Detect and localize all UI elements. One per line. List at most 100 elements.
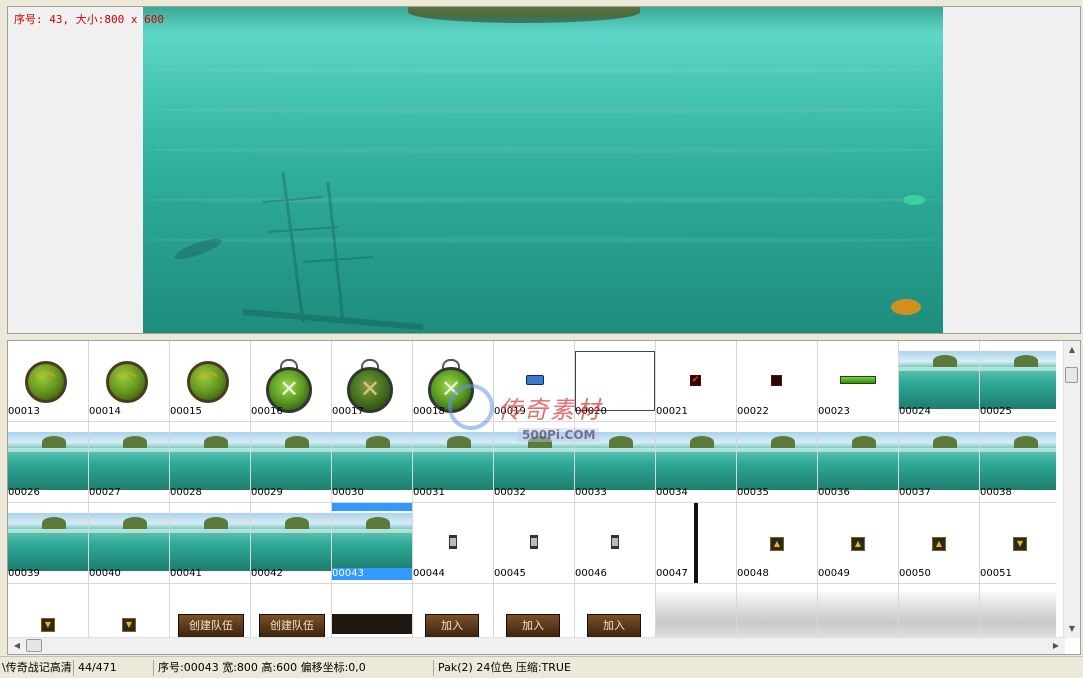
preview-image [143, 7, 943, 333]
cloud-thumbnail [980, 592, 1056, 638]
sea-scene-thumbnail [251, 432, 331, 490]
thumbnail-label: 00021 [656, 406, 688, 417]
thumbnail-cell[interactable]: 00028 [170, 422, 251, 503]
green-bar-icon [840, 376, 876, 384]
thumbnail-cell[interactable]: 00036 [818, 422, 899, 503]
scroll-handle-icon [449, 535, 457, 549]
thumbnail-cell[interactable]: 创建队伍 [251, 584, 332, 638]
water-ripple [143, 107, 943, 113]
outline-frame-image [575, 351, 655, 411]
thumbnail-cell[interactable]: 00038 [980, 422, 1056, 503]
scroll-down-icon[interactable]: ▼ [1064, 622, 1080, 636]
thumbnail-label: 00049 [818, 568, 850, 579]
thumbnail-cell[interactable]: 00040 [89, 503, 170, 584]
thumbnail-cell[interactable]: 加入 [494, 584, 575, 638]
thumbnail-cell[interactable]: 00045 [494, 503, 575, 584]
vertical-scroll-thumb[interactable] [1065, 367, 1078, 383]
sea-scene-thumbnail [8, 513, 88, 571]
fish-shape [891, 299, 921, 315]
thumbnail-cell[interactable] [818, 584, 899, 638]
thumbnail-label: 00016 [251, 406, 283, 417]
thumbnail-cell[interactable]: 00041 [170, 503, 251, 584]
thumbnail-label: 00035 [737, 487, 769, 498]
thumbnail-cell[interactable]: 00042 [251, 503, 332, 584]
thumbnail-cell[interactable]: ▲ 00049 [818, 503, 899, 584]
thumbnail-cell[interactable]: 00033 [575, 422, 656, 503]
thumbnail-cell[interactable]: 00023 [818, 341, 899, 422]
thumbnail-cell[interactable]: 00025 [980, 341, 1056, 422]
thumbnail-cell[interactable]: 加入 [413, 584, 494, 638]
thumbnail-label: 00013 [8, 406, 40, 417]
thumbnail-cell[interactable]: ✕ 00016 [251, 341, 332, 422]
thumbnail-label: 00028 [170, 487, 202, 498]
thumbnail-grid-panel: ⌒ 00013 ⌒ 00014 ⌒ 00015 ✕ 00016 ✕ 00017 ✕ 00018 0001… [7, 340, 1081, 655]
thumbnail-cell[interactable]: ▼ [89, 584, 170, 638]
button-image: 创建队伍 [178, 614, 244, 638]
thumbnail-label: 00050 [899, 568, 931, 579]
thumbnail-label: 00030 [332, 487, 364, 498]
thumbnail-label: 00014 [89, 406, 121, 417]
thumbnail-cell[interactable]: ▲ 00050 [899, 503, 980, 584]
thumbnail-cell[interactable]: 00046 [575, 503, 656, 584]
cloud-thumbnail [737, 592, 817, 638]
thumbnail-cell[interactable]: 00022 [737, 341, 818, 422]
thumbnail-cell[interactable]: 00024 [899, 341, 980, 422]
thumbnail-cell[interactable]: 00037 [899, 422, 980, 503]
thumbnail-cell[interactable] [332, 584, 413, 638]
thumbnail-grid: ⌒ 00013 ⌒ 00014 ⌒ 00015 ✕ 00016 ✕ 00017 ✕ 00018 0001… [8, 341, 1056, 638]
thumbnail-cell[interactable]: ⌒ 00015 [170, 341, 251, 422]
vertical-scrollbar[interactable]: ▲ ▼ [1063, 341, 1080, 638]
thumbnail-cell[interactable]: 00027 [89, 422, 170, 503]
thumbnail-label: 00022 [737, 406, 769, 417]
thumbnail-cell[interactable]: ▲ 00048 [737, 503, 818, 584]
thumbnail-cell[interactable]: 00035 [737, 422, 818, 503]
thumbnail-cell[interactable]: ⌒ 00014 [89, 341, 170, 422]
sea-scene-thumbnail [656, 432, 736, 490]
thumbnail-cell[interactable]: 00039 [8, 503, 89, 584]
thumbnail-label: 00023 [818, 406, 850, 417]
thumbnail-cell[interactable]: ⌒ 00013 [8, 341, 89, 422]
thumbnail-cell[interactable]: 00019 [494, 341, 575, 422]
scroll-up-icon[interactable]: ▲ [1064, 343, 1080, 357]
scroll-left-icon[interactable]: ◀ [10, 638, 24, 654]
thumbnail-label: 00042 [251, 568, 283, 579]
thumbnail-cell[interactable]: 00030 [332, 422, 413, 503]
thumbnail-cell[interactable]: ✕ 00017 [332, 341, 413, 422]
horizontal-scroll-thumb[interactable] [26, 639, 42, 652]
thumbnail-cell[interactable]: 00043 [332, 503, 413, 584]
thumbnail-cell[interactable] [899, 584, 980, 638]
thumbnail-cell[interactable]: 00034 [656, 422, 737, 503]
thumbnail-cell[interactable]: 00032 [494, 422, 575, 503]
thumbnail-label: 00024 [899, 406, 931, 417]
thumbnail-label: 00019 [494, 406, 526, 417]
thumbnail-cell[interactable]: 加入 [575, 584, 656, 638]
thumbnail-label: 00032 [494, 487, 526, 498]
horizontal-scrollbar[interactable]: ◀ ▶ [8, 637, 1065, 654]
bow-orb-icon: ⌒ [187, 361, 229, 403]
thumbnail-cell[interactable]: ▼ 00051 [980, 503, 1056, 584]
thumbnail-cell[interactable]: 00044 [413, 503, 494, 584]
sea-scene-thumbnail [170, 432, 250, 490]
island-shape [408, 7, 640, 23]
thumbnail-cell[interactable]: 00031 [413, 422, 494, 503]
thumbnail-cell[interactable]: 00029 [251, 422, 332, 503]
sea-scene-thumbnail [8, 432, 88, 490]
thumbnail-cell[interactable]: 创建队伍 [170, 584, 251, 638]
thumbnail-cell[interactable]: 00047 [656, 503, 737, 584]
thumbnail-cell[interactable] [656, 584, 737, 638]
thumbnail-cell[interactable] [737, 584, 818, 638]
thumbnail-cell[interactable]: ✔ 00021 [656, 341, 737, 422]
fish-shape [903, 195, 925, 205]
sea-scene-thumbnail [818, 432, 898, 490]
thumbnail-label: 00036 [818, 487, 850, 498]
thumbnail-cell[interactable]: 00026 [8, 422, 89, 503]
thumbnail-cell[interactable] [980, 584, 1056, 638]
thumbnail-cell[interactable]: ▼ [8, 584, 89, 638]
checkbox-empty-icon [771, 375, 782, 386]
thumbnail-label: 00015 [170, 406, 202, 417]
scroll-handle-icon [530, 535, 538, 549]
thumbnail-cell[interactable]: 00020 [575, 341, 656, 422]
thumbnail-cell[interactable]: ✕ 00018 [413, 341, 494, 422]
thumbnail-label: 00026 [8, 487, 40, 498]
scroll-right-icon[interactable]: ▶ [1049, 638, 1063, 654]
